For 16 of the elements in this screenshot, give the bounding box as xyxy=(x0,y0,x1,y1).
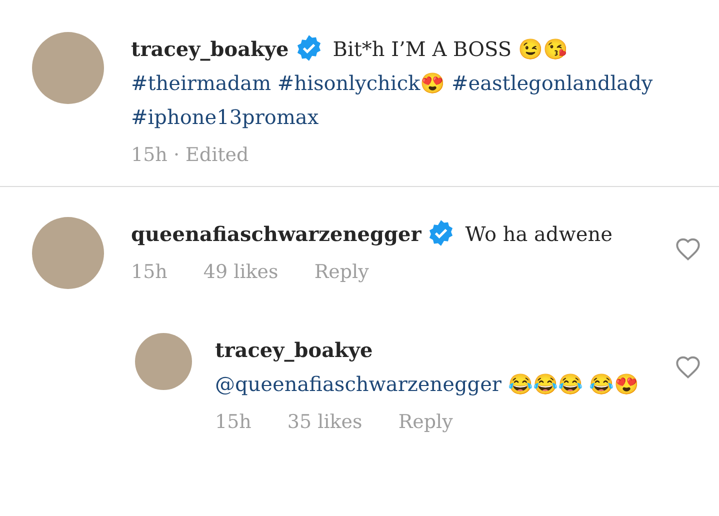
hashtag-link[interactable]: #hisonlychick😍 xyxy=(277,71,446,95)
username[interactable]: queenafiaschwarzenegger xyxy=(131,222,422,246)
hashtag-link[interactable]: #theirmadam xyxy=(131,71,272,95)
post-time: 15h · Edited xyxy=(131,144,249,166)
caption-text: Bit*h I’M A BOSS 😉😘 xyxy=(332,37,568,61)
mention-link[interactable]: @queenafiaschwarzenegger xyxy=(215,372,502,396)
comment-time: 15h xyxy=(215,411,252,433)
like-heart-icon[interactable] xyxy=(675,237,701,263)
comment-text: Wo ha adwene xyxy=(465,222,612,246)
like-heart-icon[interactable] xyxy=(675,355,701,381)
comment-text: 😂😂😂 😂😍 xyxy=(508,372,640,396)
comment-time: 15h xyxy=(131,261,168,283)
username[interactable]: tracey_boakye xyxy=(131,37,289,61)
hashtag-link[interactable]: #eastlegonlandlady xyxy=(452,71,653,95)
hashtag-link[interactable]: #iphone13promax xyxy=(131,105,319,129)
username[interactable]: tracey_boakye xyxy=(215,338,373,362)
